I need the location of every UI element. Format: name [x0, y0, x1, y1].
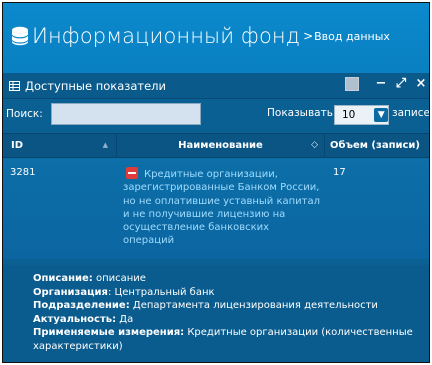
close-icon[interactable]: ×: [411, 76, 429, 91]
detail-label: Организация: [33, 286, 108, 298]
detail-division: Подразделение: Департамента лицензирован…: [5, 299, 427, 313]
breadcrumb-separator: >: [303, 29, 314, 43]
cell-name: Кредитные организации, зарегистрированны…: [117, 158, 325, 259]
search-input[interactable]: [51, 103, 201, 125]
detail-value: Да: [119, 313, 134, 325]
detail-value: описание: [95, 273, 146, 284]
search-label: Поиск:: [6, 108, 43, 120]
panel-header: Доступные показатели − ⤢ ×: [3, 73, 429, 99]
page-size-select[interactable]: 10 ▼: [334, 105, 389, 125]
column-header-volume[interactable]: Объем (записи): [325, 134, 429, 157]
detail-value: Центральный банк: [114, 286, 215, 298]
column-label-volume: Объем (записи): [330, 140, 420, 151]
chevron-down-icon: ▼: [374, 108, 388, 122]
detail-dimensions: Применяемые измерения: Кредитные организ…: [5, 326, 427, 353]
detail-value: Департамента лицензирования деятельности: [132, 300, 378, 312]
column-label-name: Наименование: [178, 140, 263, 151]
column-header-name[interactable]: Наименование ◇: [117, 134, 325, 157]
indicators-table: ID ▲ Наименование ◇ Объем (записи) 3281 …: [3, 133, 429, 259]
app-title: Информационный фонд: [32, 24, 301, 48]
detail-label: Применяемые измерения:: [33, 327, 185, 339]
panel-controls: − ⤢ ×: [345, 76, 429, 91]
detail-description: Описание: описание: [5, 272, 427, 286]
column-header-id[interactable]: ID ▲: [3, 134, 117, 157]
page-size-value: 10: [342, 109, 356, 121]
panel-color-toggle[interactable]: [345, 76, 359, 91]
table-row[interactable]: 3281 Кредитные организации, зарегистриро…: [3, 158, 429, 259]
cell-volume: 17: [333, 167, 346, 178]
indicators-panel: Доступные показатели − ⤢ × Поиск: Показы…: [3, 73, 430, 362]
row-details: Описание: описание Организация: Централь…: [3, 265, 429, 362]
database-icon: [12, 26, 28, 46]
breadcrumb-current[interactable]: Ввод данных: [314, 30, 390, 43]
table-header: ID ▲ Наименование ◇ Объем (записи): [3, 133, 429, 158]
detail-label: Актуальность:: [33, 313, 117, 325]
filter-row: Поиск: Показывать 10 ▼ записей: [3, 99, 430, 129]
cell-id: 3281: [10, 167, 36, 178]
indicator-link[interactable]: Кредитные организации, зарегистрированны…: [123, 169, 320, 246]
expand-icon[interactable]: ⤢: [391, 76, 411, 91]
collapse-row-icon[interactable]: [126, 167, 138, 179]
records-label: записей: [392, 107, 430, 119]
sort-asc-icon: ▲: [102, 141, 108, 149]
table-icon: [9, 80, 20, 91]
app-header: Информационный фонд > Ввод данных: [3, 3, 429, 69]
detail-actuality: Актуальность: Да: [5, 313, 427, 327]
page-size-label: Показывать: [267, 107, 333, 119]
detail-label: Описание:: [33, 273, 93, 284]
detail-label: Подразделение:: [33, 300, 130, 312]
column-label-id: ID: [11, 140, 24, 151]
minimize-icon[interactable]: −: [371, 76, 391, 91]
app-window: Информационный фонд > Ввод данных Доступ…: [2, 2, 430, 363]
detail-organization: Организация: Центральный банк: [33, 286, 215, 298]
panel-title: Доступные показатели: [25, 78, 167, 93]
sort-icon: ◇: [311, 140, 318, 150]
